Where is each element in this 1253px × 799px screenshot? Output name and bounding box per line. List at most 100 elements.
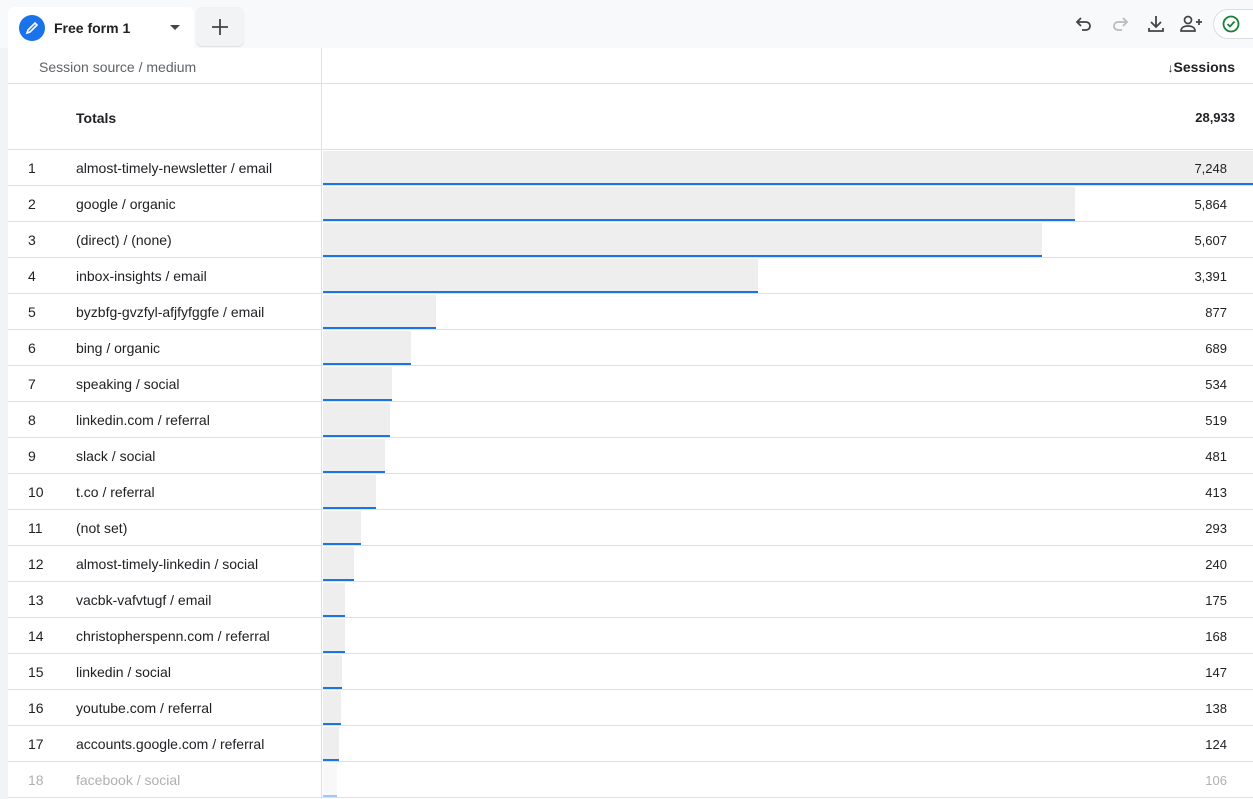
column-divider — [321, 48, 322, 799]
table-row[interactable]: 1 almost-timely-newsletter / email 7,248 — [8, 150, 1253, 186]
row-dimension: almost-timely-newsletter / email — [76, 160, 273, 176]
row-bar — [323, 151, 1253, 185]
row-number: 4 — [28, 268, 36, 284]
table-row[interactable]: 16 youtube.com / referral 138 — [8, 690, 1253, 726]
download-icon[interactable] — [1144, 12, 1168, 36]
tab-free-form[interactable]: Free form 1 — [8, 7, 194, 48]
row-dimension: accounts.google.com / referral — [76, 736, 265, 752]
save-status-button[interactable] — [1213, 9, 1253, 39]
row-dimension: (direct) / (none) — [76, 232, 172, 248]
plus-icon — [212, 18, 228, 35]
totals-row: Totals 28,933 — [8, 84, 1253, 150]
check-circle-icon — [1222, 15, 1240, 33]
row-value: 481 — [1205, 449, 1227, 464]
table-row[interactable]: 18 facebook / social 106 — [8, 762, 1253, 798]
row-bar — [323, 439, 385, 473]
row-value: 519 — [1205, 413, 1227, 428]
row-bar — [323, 583, 346, 617]
row-dimension: (not set) — [76, 520, 128, 536]
pencil-icon[interactable] — [19, 14, 45, 41]
row-bar — [323, 655, 342, 689]
chevron-down-icon[interactable] — [170, 25, 180, 30]
table-row[interactable]: 2 google / organic 5,864 — [8, 186, 1253, 222]
row-bar — [323, 331, 412, 365]
row-bar — [323, 403, 390, 437]
row-number: 11 — [28, 520, 43, 536]
table-row[interactable]: 7 speaking / social 534 — [8, 366, 1253, 402]
row-dimension: linkedin.com / referral — [76, 412, 210, 428]
undo-icon[interactable] — [1072, 12, 1096, 36]
tab-label: Free form 1 — [54, 19, 131, 36]
row-dimension: vacbk-vafvtugf / email — [76, 592, 212, 608]
row-dimension: bing / organic — [76, 340, 161, 356]
table-row[interactable]: 9 slack / social 481 — [8, 438, 1253, 474]
row-number: 12 — [28, 556, 44, 572]
row-dimension: inbox-insights / email — [76, 268, 207, 284]
row-bar — [323, 763, 337, 797]
row-value: 168 — [1205, 629, 1227, 644]
add-tab-button[interactable] — [196, 7, 244, 46]
table-row[interactable]: 11 (not set) 293 — [8, 510, 1253, 546]
free-form-table: Session source / medium ↓Sessions Totals… — [8, 48, 1253, 799]
row-dimension: byzbfg-gvzfyl-afjfyfggfe / email — [76, 304, 265, 320]
row-number: 15 — [28, 664, 44, 680]
row-bar — [323, 511, 361, 545]
row-number: 13 — [28, 592, 44, 608]
row-number: 3 — [28, 232, 36, 248]
row-value: 413 — [1205, 485, 1227, 500]
row-bar — [323, 367, 392, 401]
row-value: 138 — [1205, 701, 1227, 716]
row-number: 9 — [28, 448, 36, 464]
row-bar — [323, 259, 759, 293]
row-dimension: almost-timely-linkedin / social — [76, 556, 259, 572]
table-row[interactable]: 6 bing / organic 689 — [8, 330, 1253, 366]
row-value: 5,864 — [1194, 197, 1227, 212]
row-value: 147 — [1205, 665, 1227, 680]
row-value: 689 — [1205, 341, 1227, 356]
row-dimension: youtube.com / referral — [76, 700, 213, 716]
share-icon[interactable] — [1180, 12, 1204, 36]
row-number: 5 — [28, 304, 36, 320]
row-number: 14 — [28, 628, 44, 644]
row-value: 240 — [1205, 557, 1227, 572]
row-number: 17 — [28, 736, 44, 752]
table-row[interactable]: 17 accounts.google.com / referral 124 — [8, 726, 1253, 762]
row-dimension: google / organic — [76, 196, 176, 212]
row-value: 124 — [1205, 737, 1227, 752]
row-number: 6 — [28, 340, 36, 356]
row-number: 1 — [28, 160, 36, 176]
redo-icon[interactable] — [1108, 12, 1132, 36]
table-row[interactable]: 15 linkedin / social 147 — [8, 654, 1253, 690]
row-value: 3,391 — [1194, 269, 1227, 284]
row-bar — [323, 691, 341, 725]
table-row[interactable]: 8 linkedin.com / referral 519 — [8, 402, 1253, 438]
row-dimension: facebook / social — [76, 772, 181, 788]
row-value: 106 — [1205, 773, 1227, 788]
row-bar — [323, 547, 354, 581]
row-value: 293 — [1205, 521, 1227, 536]
sessions-header[interactable]: ↓Sessions — [1168, 59, 1235, 75]
row-number: 18 — [28, 772, 44, 788]
totals-value: 28,933 — [1195, 110, 1235, 125]
row-number: 16 — [28, 700, 44, 716]
row-bar — [323, 295, 436, 329]
row-value: 534 — [1205, 377, 1227, 392]
row-dimension: slack / social — [76, 448, 156, 464]
row-bar — [323, 475, 376, 509]
row-bar — [323, 223, 1043, 257]
table-row[interactable]: 13 vacbk-vafvtugf / email 175 — [8, 582, 1253, 618]
dimension-header[interactable]: Session source / medium — [39, 59, 196, 75]
table-row[interactable]: 12 almost-timely-linkedin / social 240 — [8, 546, 1253, 582]
row-dimension: speaking / social — [76, 376, 180, 392]
table-row[interactable]: 4 inbox-insights / email 3,391 — [8, 258, 1253, 294]
table-row[interactable]: 10 t.co / referral 413 — [8, 474, 1253, 510]
table-row[interactable]: 3 (direct) / (none) 5,607 — [8, 222, 1253, 258]
table-header: Session source / medium ↓Sessions — [8, 48, 1253, 84]
row-bar — [323, 619, 345, 653]
table-row[interactable]: 5 byzbfg-gvzfyl-afjfyfggfe / email 877 — [8, 294, 1253, 330]
row-bar — [323, 727, 339, 761]
top-bar: Free form 1 — [0, 0, 1253, 48]
row-number: 10 — [28, 484, 44, 500]
table-row[interactable]: 14 christopherspenn.com / referral 168 — [8, 618, 1253, 654]
row-number: 2 — [28, 196, 36, 212]
